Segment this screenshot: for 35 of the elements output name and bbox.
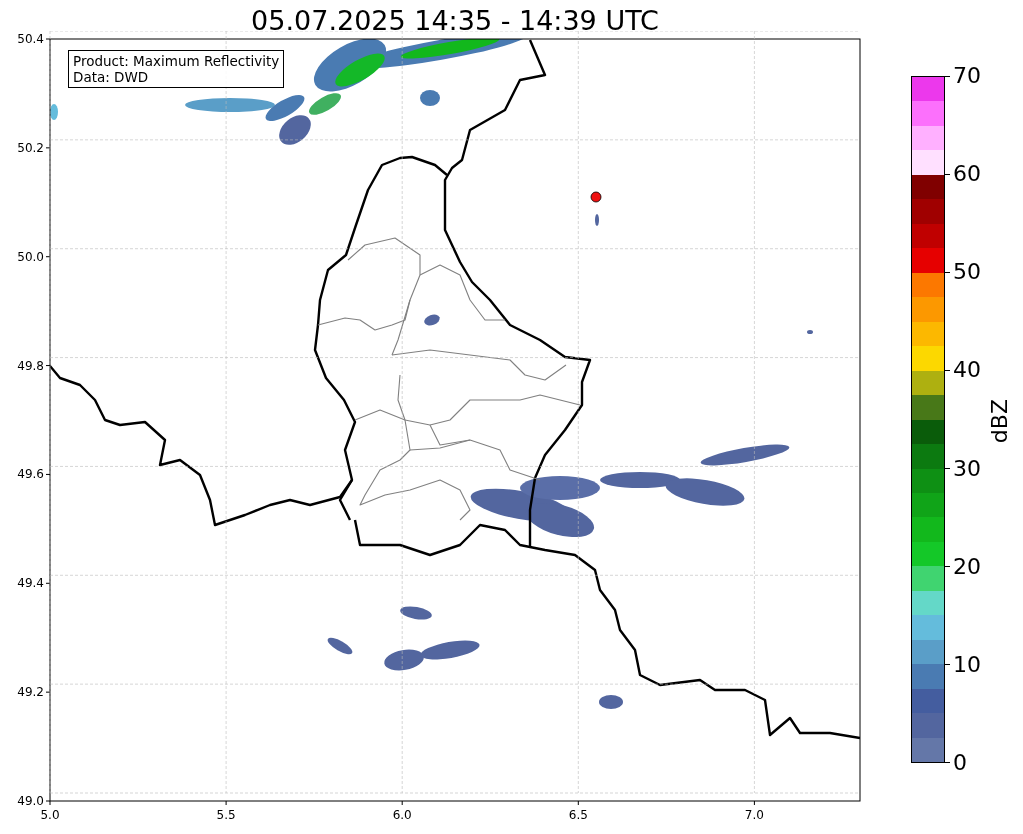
axis-tick-label: 49.8: [17, 358, 44, 373]
axis-tick-label: 5.0: [40, 808, 60, 822]
colorbar-label: dBZ: [987, 399, 1012, 444]
colorbar-tick-label: 20: [953, 554, 981, 579]
axis-tick-label: 50.0: [17, 249, 44, 264]
radar-echo: [599, 695, 623, 709]
axis-tick-label: 49.6: [17, 467, 44, 482]
colorbar-tick-label: 70: [953, 64, 981, 88]
axis-tick-label: 7.0: [744, 808, 764, 822]
radar-echo: [595, 214, 599, 226]
axis-tick-label: 6.0: [392, 808, 412, 822]
axis-tick-label: 49.2: [17, 685, 44, 700]
colorbar-tick-label: 10: [953, 652, 981, 677]
info-text: Product: Maximum Reflectivity: [73, 53, 280, 69]
colorbar-tick-label: 0: [953, 751, 967, 775]
radar-echo: [400, 606, 432, 620]
axis-tick-label: 49.4: [17, 576, 44, 591]
radar-echo: [279, 115, 311, 145]
axis-tick-label: 50.2: [17, 140, 44, 155]
axis-tick-label: 49.0: [17, 794, 44, 808]
radar-echo: [50, 104, 58, 120]
colorbar-tick-label: 60: [953, 162, 981, 187]
colorbar-tick-label: 40: [953, 358, 981, 383]
axis-tick-label: 5.5: [216, 808, 236, 822]
axis-tick-label: 6.5: [568, 808, 588, 822]
colorbar-tick-label: 30: [953, 456, 981, 481]
radar-echo: [424, 314, 440, 326]
colorbar-tick-label: 50: [953, 260, 981, 285]
info-text: Data: DWD: [73, 69, 150, 85]
location-marker: [590, 191, 602, 203]
radar-echo: [327, 637, 353, 655]
chart-title: 05.07.2025 14:35 - 14:39 UTC: [250, 4, 660, 31]
radar-echo: [420, 90, 440, 106]
axis-tick-label: 50.4: [17, 32, 44, 46]
radar-echo: [807, 330, 813, 334]
